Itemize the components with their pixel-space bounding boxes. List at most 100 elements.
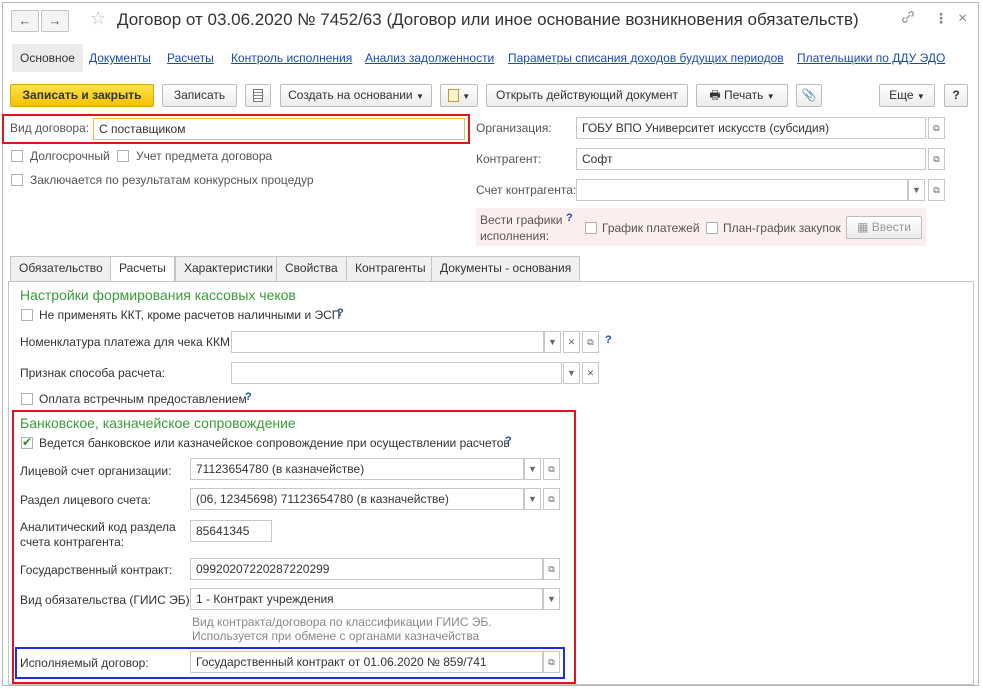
- bank-support-heading: Банковское, казначейское сопровождение: [20, 415, 296, 431]
- close-icon[interactable]: ×: [958, 10, 967, 28]
- counterparty-account-input[interactable]: [576, 179, 908, 201]
- account-section-input[interactable]: (06, 12345698) 71123654780 (в казначейст…: [190, 488, 524, 510]
- bank-support-checkbox[interactable]: [21, 435, 33, 449]
- tab-settlements[interactable]: Расчеты: [110, 256, 175, 283]
- report-menu-button[interactable]: ▼: [440, 84, 478, 107]
- help-button[interactable]: ?: [944, 84, 968, 107]
- help-icon[interactable]: ?: [505, 435, 512, 447]
- dropdown-icon[interactable]: ▼: [524, 488, 541, 510]
- payment-method-label: Признак способа расчета:: [20, 366, 166, 380]
- more-actions-icon[interactable]: ⋮: [934, 10, 948, 27]
- nomenclature-label: Номенклатура платежа для чека ККМ:: [20, 335, 234, 349]
- back-button[interactable]: ←: [11, 10, 39, 32]
- counterparty-account-label: Счет контрагента:: [476, 183, 577, 197]
- help-icon[interactable]: ?: [337, 307, 344, 319]
- executed-contract-input[interactable]: Государственный контракт от 01.06.2020 №…: [190, 651, 543, 673]
- bank-support-label: Ведется банковское или казначейское сопр…: [39, 436, 510, 450]
- section-tab-ddu-payers[interactable]: Плательщики по ДДУ ЭДО: [789, 44, 953, 72]
- tender-checkbox[interactable]: [11, 174, 23, 186]
- nomenclature-input[interactable]: [231, 331, 544, 353]
- obligation-hint-line1: Вид контракта/договора по классификации …: [192, 615, 492, 629]
- subject-accounting-checkbox[interactable]: [117, 150, 129, 162]
- open-icon[interactable]: ⧉: [543, 651, 560, 673]
- subject-accounting-label: Учет предмета договора: [136, 149, 273, 163]
- counter-provision-checkbox[interactable]: [21, 393, 33, 405]
- save-button[interactable]: Записать: [162, 84, 237, 107]
- link-icon[interactable]: [901, 10, 915, 27]
- chevron-down-icon: ▼: [415, 92, 424, 101]
- registers-button[interactable]: [245, 84, 271, 107]
- open-icon[interactable]: ⧉: [928, 179, 945, 201]
- section-tab-main[interactable]: Основное: [12, 44, 83, 72]
- executed-contract-label: Исполняемый договор:: [20, 656, 149, 670]
- dropdown-icon[interactable]: ▼: [524, 458, 541, 480]
- open-icon[interactable]: ⧉: [582, 331, 599, 353]
- chevron-down-icon: ▼: [766, 92, 775, 101]
- analytic-code-label-line1: Аналитический код раздела: [20, 520, 176, 534]
- schedules-label-line2: исполнения:: [480, 229, 550, 243]
- open-current-document-button[interactable]: Открыть действующий документ: [486, 84, 688, 107]
- obligation-kind-input[interactable]: 1 - Контракт учреждения: [190, 588, 543, 610]
- no-kkt-label: Не применять ККТ, кроме расчетов наличны…: [39, 308, 341, 322]
- printer-icon: 🖶: [709, 88, 721, 102]
- organization-input[interactable]: ГОБУ ВПО Университет искусств (субсидия): [576, 117, 926, 139]
- obligation-hint-line2: Используется при обмене с органами казна…: [192, 629, 480, 643]
- enter-schedules-button[interactable]: ▦ Ввести: [846, 216, 922, 239]
- create-based-on-button[interactable]: Создать на основании ▼: [280, 84, 432, 107]
- section-tab-execution-control[interactable]: Контроль исполнения: [223, 44, 360, 72]
- schedules-label-line1: Вести графики: [480, 213, 563, 227]
- dropdown-icon[interactable]: ▼: [908, 179, 925, 201]
- open-icon[interactable]: ⧉: [543, 458, 560, 480]
- counterparty-input[interactable]: Софт: [576, 148, 926, 170]
- open-icon[interactable]: ⧉: [928, 117, 945, 139]
- section-tab-debt-analysis[interactable]: Анализ задолженности: [357, 44, 502, 72]
- dropdown-icon[interactable]: ▼: [544, 331, 561, 353]
- procurement-plan-checkbox[interactable]: [706, 222, 718, 234]
- long-term-checkbox[interactable]: [11, 150, 23, 162]
- more-button[interactable]: Еще ▼: [879, 84, 935, 107]
- help-icon[interactable]: ?: [605, 334, 612, 346]
- counterparty-label: Контрагент:: [476, 152, 542, 166]
- arrow-left-icon: ←: [18, 13, 32, 28]
- open-icon[interactable]: ⧉: [543, 488, 560, 510]
- payment-schedule-checkbox[interactable]: [585, 222, 597, 234]
- favorite-star-icon[interactable]: ☆: [90, 8, 106, 29]
- tab-characteristics[interactable]: Характеристики: [175, 256, 282, 281]
- personal-account-input[interactable]: 71123654780 (в казначействе): [190, 458, 524, 480]
- procurement-plan-label: План-график закупок: [723, 221, 841, 235]
- counter-provision-label: Оплата встречным предоставлением: [39, 392, 247, 406]
- report-icon: [447, 89, 459, 103]
- no-kkt-checkbox[interactable]: [21, 309, 33, 321]
- contract-kind-input[interactable]: С поставщиком: [93, 118, 465, 140]
- open-icon[interactable]: ⧉: [543, 558, 560, 580]
- tab-counterparties[interactable]: Контрагенты: [346, 256, 435, 281]
- gov-contract-label: Государственный контракт:: [20, 563, 173, 577]
- personal-account-label: Лицевой счет организации:: [20, 464, 172, 478]
- tab-obligation[interactable]: Обязательство: [10, 256, 112, 281]
- analytic-code-input[interactable]: 85641345: [190, 520, 272, 542]
- tab-basis-documents[interactable]: Документы - основания: [431, 256, 581, 281]
- account-section-label: Раздел лицевого счета:: [20, 493, 151, 507]
- help-icon[interactable]: ?: [566, 212, 573, 224]
- clear-icon[interactable]: ✕: [563, 331, 580, 353]
- gov-contract-input[interactable]: 09920207220287220299: [190, 558, 543, 580]
- table-icon: ▦: [857, 220, 869, 234]
- paperclip-icon: 📎: [801, 88, 817, 102]
- save-and-close-button[interactable]: Записать и закрыть: [10, 84, 154, 107]
- section-tab-documents[interactable]: Документы: [81, 44, 159, 72]
- dropdown-icon[interactable]: ▼: [563, 362, 580, 384]
- chevron-down-icon: ▼: [462, 92, 471, 101]
- tab-properties[interactable]: Свойства: [276, 256, 347, 281]
- attachment-button[interactable]: 📎: [796, 84, 822, 107]
- forward-button[interactable]: →: [41, 10, 69, 32]
- arrow-right-icon: →: [48, 13, 62, 28]
- open-icon[interactable]: ⧉: [928, 148, 945, 170]
- section-tab-settlements[interactable]: Расчеты: [159, 44, 222, 72]
- help-icon[interactable]: ?: [245, 391, 252, 403]
- dropdown-icon[interactable]: ▼: [543, 588, 560, 610]
- clear-icon[interactable]: ✕: [582, 362, 599, 384]
- section-tab-deferred-income[interactable]: Параметры списания доходов будущих перио…: [500, 44, 792, 72]
- print-button[interactable]: 🖶 Печать ▼: [696, 84, 788, 107]
- tender-label: Заключается по результатам конкурсных пр…: [30, 173, 314, 187]
- payment-method-input[interactable]: [231, 362, 562, 384]
